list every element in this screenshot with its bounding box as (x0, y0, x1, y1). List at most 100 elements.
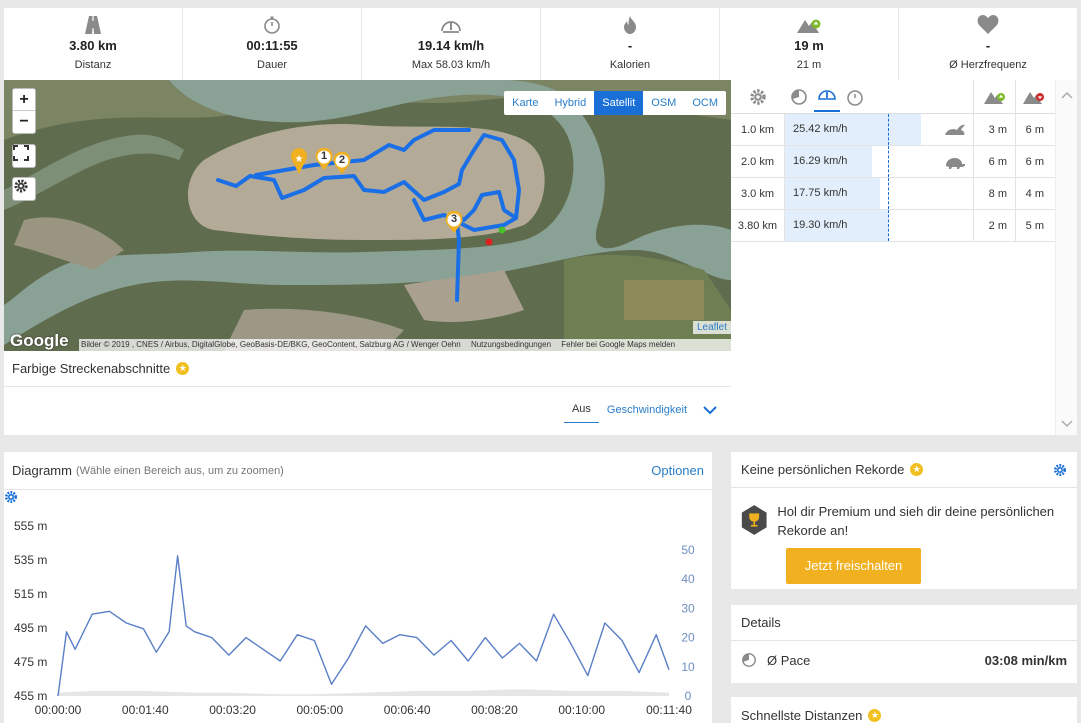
stat-value: 19 m (794, 38, 824, 53)
tab-geschwindigkeit[interactable]: Geschwindigkeit (599, 402, 695, 423)
y-left-tick-label: 515 m (14, 587, 47, 601)
gear-icon[interactable] (1053, 463, 1067, 477)
elevation-speed-chart[interactable]: 555 m 535 m 515 m 495 m 475 m 455 m 50 40 30 20 10… (4, 490, 712, 723)
y-right-tick-label: 0 (685, 689, 692, 703)
split-descent: 6 m (1015, 146, 1051, 177)
zoom-control: + − (12, 88, 36, 134)
diagram-hint: (Wähle einen Bereich aus, um zu zoomen) (75, 464, 284, 477)
marker-2[interactable]: 2 (332, 152, 352, 174)
satellite-imagery: ★ (4, 80, 731, 351)
layer-satellit[interactable]: Satellit (594, 91, 644, 115)
attribution-text: Bilder © 2019 , CNES / Airbus, DigitalGl… (81, 340, 461, 349)
stopwatch-icon[interactable] (846, 88, 864, 106)
stat-label: 21 m (796, 59, 822, 71)
stat-value: - (627, 38, 633, 53)
stat-label: Distanz (74, 59, 112, 71)
stat-value: 19.14 km/h (417, 38, 485, 53)
x-tick-label: 00:01:40 (122, 703, 169, 717)
fastest-header: Schnellste Distanzen ★ (731, 697, 1077, 723)
stopwatch-icon (264, 16, 280, 34)
gear-icon (749, 88, 766, 105)
terms-link[interactable]: Nutzungsbedingungen (471, 340, 551, 349)
split-ascent: 3 m (973, 114, 1015, 145)
x-tick-label: 00:11:40 (646, 703, 692, 717)
elevation-area (58, 689, 669, 696)
map-settings-button[interactable] (12, 177, 36, 201)
pace-icon (742, 653, 756, 667)
mountain-up-icon (797, 19, 821, 33)
fullscreen-button[interactable] (12, 144, 36, 168)
split-descent: 4 m (1015, 178, 1051, 209)
premium-text: Hol dir Premium und sieh dir deine persö… (777, 504, 1055, 538)
chevron-up-icon[interactable] (1056, 88, 1078, 102)
leaflet-link[interactable]: Leaflet (692, 321, 731, 334)
chevron-down-icon[interactable] (703, 405, 717, 415)
diagram-header: Diagramm (Wähle einen Bereich aus, um zu… (4, 452, 712, 503)
google-logo: Google (10, 331, 69, 350)
pace-value: 03:08 min/km (984, 652, 1067, 668)
split-km: 2.0 km (740, 155, 774, 168)
y-right-tick-label: 20 (681, 631, 695, 645)
zoom-in-button[interactable]: + (13, 89, 35, 111)
average-line (888, 146, 889, 177)
layer-ocm[interactable]: OCM (684, 91, 726, 115)
split-row[interactable]: 3.0 km 17.75 km/h 8 m4 m (731, 178, 1077, 210)
split-ascent: 2 m (973, 210, 1015, 241)
y-right-tick-label: 30 (681, 601, 695, 615)
stat-calories: - Kalorien (541, 8, 720, 80)
rabbit-icon (945, 124, 965, 135)
options-button[interactable]: Optionen (5, 463, 704, 503)
splits-panel: 1.0 km 25.42 km/h 3 m6 m 2.0 km 16.29 km/h 6 … (731, 80, 1077, 435)
y-left-tick-label: 455 m (14, 689, 47, 703)
stat-distance: 3.80 km Distanz (4, 8, 183, 80)
map[interactable]: ★ + − Karte Hybrid Satellit OSM OCM Goog… (4, 80, 731, 351)
pace-icon[interactable] (790, 88, 808, 106)
diagram-panel: Diagramm (Wähle einen Bereich aus, um zu… (4, 452, 712, 723)
split-row[interactable]: 2.0 km 16.29 km/h 6 m6 m (731, 146, 1077, 178)
colored-sections-label: Farbige Streckenabschnitte ★ (12, 361, 190, 376)
marker-3[interactable]: 3 (444, 211, 464, 233)
layer-osm[interactable]: OSM (643, 91, 684, 115)
flame-icon (624, 16, 636, 34)
map-attribution: Bilder © 2019 , CNES / Airbus, DigitalGl… (79, 339, 731, 351)
layer-karte[interactable]: Karte (504, 91, 546, 115)
marker-1[interactable]: 1 (314, 148, 334, 170)
splits-metric-tabs (784, 80, 973, 113)
splits-settings-button[interactable] (731, 88, 784, 106)
divider (4, 386, 731, 387)
speedometer-icon (441, 21, 461, 33)
records-header: Keine persönlichen Rekorde ★ (731, 452, 1077, 488)
split-speed-cell: 19.30 km/h (784, 210, 973, 241)
stat-value: 00:11:55 (246, 38, 298, 53)
premium-star-icon: ★ (176, 362, 190, 375)
map-layer-switcher: Karte Hybrid Satellit OSM OCM (504, 91, 726, 115)
split-speed-cell: 16.29 km/h (784, 146, 973, 177)
split-row[interactable]: 3.80 km 19.30 km/h 2 m5 m (731, 210, 1077, 242)
x-tick-label: 00:08:20 (471, 703, 518, 717)
scrollbar[interactable] (1055, 80, 1077, 435)
stat-value: 3.80 km (69, 38, 117, 53)
speedometer-icon (818, 90, 836, 100)
tab-aus[interactable]: Aus (563, 401, 599, 423)
x-tick-label: 00:06:40 (384, 703, 431, 717)
pace-label: Ø Pace (767, 652, 811, 668)
split-speed: 25.42 km/h (793, 123, 848, 135)
pace-row: Ø Pace 03:08 min/km (731, 641, 1077, 679)
layer-hybrid[interactable]: Hybrid (546, 91, 594, 115)
chevron-down-icon[interactable] (1056, 417, 1078, 431)
stat-value: - (985, 38, 991, 53)
y-right-tick-label: 40 (681, 572, 695, 586)
split-speed: 16.29 km/h (793, 155, 848, 167)
y-left-tick-label: 535 m (14, 553, 47, 567)
x-tick-label: 00:05:00 (296, 703, 343, 717)
average-line (888, 210, 889, 241)
premium-promo: Hol dir Premium und sieh dir deine persö… (731, 488, 1077, 540)
y-right-tick-label: 50 (681, 543, 695, 557)
report-link[interactable]: Fehler bei Google Maps melden (561, 340, 675, 349)
details-panel: Details Ø Pace 03:08 min/km (731, 605, 1077, 683)
diagram-title: Diagramm (12, 463, 72, 478)
zoom-out-button[interactable]: − (13, 111, 35, 133)
split-row[interactable]: 1.0 km 25.42 km/h 3 m6 m (731, 114, 1077, 146)
unlock-button[interactable]: Jetzt freischalten (786, 548, 921, 584)
speed-tab[interactable] (814, 87, 840, 112)
